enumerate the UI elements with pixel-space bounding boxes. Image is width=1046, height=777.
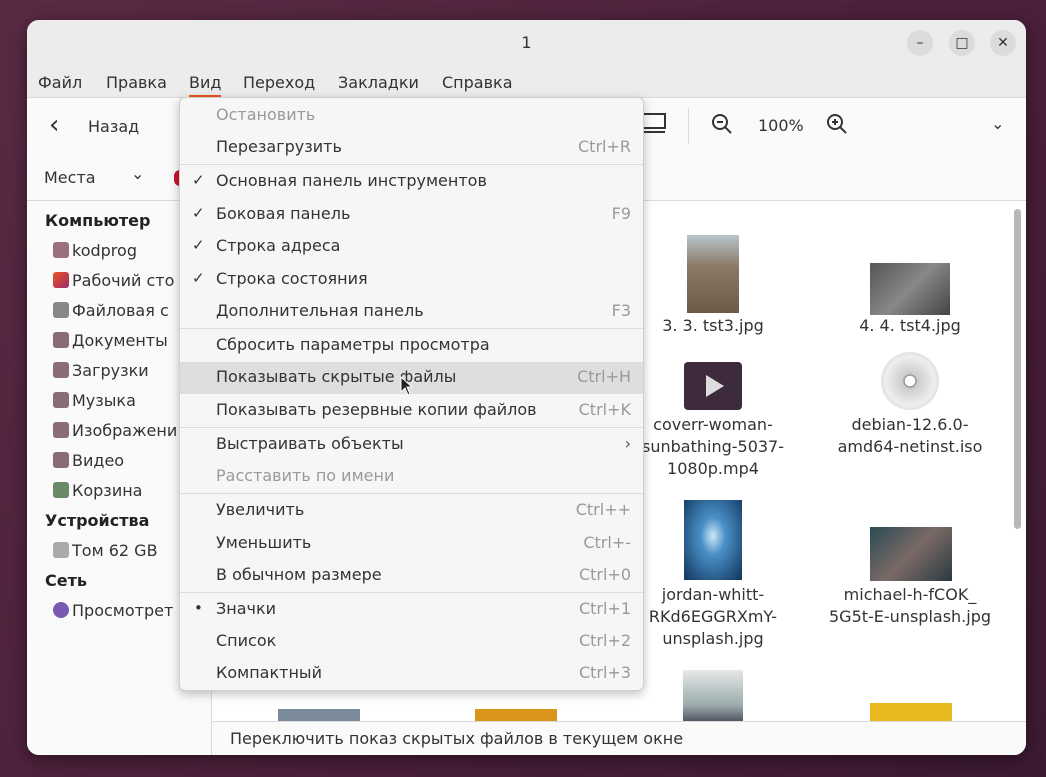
close-button[interactable]: ✕	[990, 30, 1016, 56]
network-icon	[53, 602, 69, 618]
titlebar: 1 – □ ✕	[27, 20, 1026, 67]
chevron-down-icon[interactable]: ⌄	[991, 114, 1004, 133]
file-thumbnail-yellow[interactable]	[475, 709, 557, 721]
menu-item-reload[interactable]: Перезагрузить Ctrl+R	[180, 132, 643, 164]
sidebar-item-filesystem[interactable]: Файловая с	[53, 301, 169, 320]
zoom-out-icon[interactable]	[710, 112, 734, 136]
scrollbar[interactable]	[1014, 209, 1021, 529]
check-icon: ✓	[192, 171, 205, 189]
menubar: Файл Правка Вид Переход Закладки Справка	[27, 67, 1026, 98]
file-thumbnail-jordan[interactable]	[684, 500, 742, 580]
documents-folder-icon	[53, 332, 69, 348]
menu-item-zoom-out[interactable]: Уменьшить Ctrl+-	[180, 528, 643, 560]
menu-item-arrange-items[interactable]: Выстраивать объекты ›	[180, 429, 643, 461]
menu-bookmarks[interactable]: Закладки	[338, 73, 419, 92]
menu-separator	[180, 493, 643, 494]
file-name-debian: debian-12.6.0- amd64-netinst.iso	[837, 415, 983, 456]
home-folder-icon	[53, 242, 69, 258]
status-text: Переключить показ скрытых файлов в текущ…	[230, 729, 684, 748]
window-title: 1	[521, 33, 532, 52]
menu-separator	[180, 164, 643, 165]
mouse-cursor-icon	[400, 376, 414, 396]
sidebar-header-network: Сеть	[45, 571, 87, 590]
places-dropdown-icon[interactable]: ⌄	[131, 164, 144, 183]
menu-item-list-view[interactable]: Список Ctrl+2	[180, 626, 643, 658]
file-name-michael: michael-h-fCOK_ 5G5t-E-unsplash.jpg	[828, 585, 992, 626]
drive-icon	[53, 302, 69, 318]
menu-item-compact-view[interactable]: Компактный Ctrl+3	[180, 658, 643, 690]
sidebar-item-documents[interactable]: Документы	[53, 331, 168, 350]
disc-image-icon[interactable]	[881, 352, 939, 410]
places-label: Места	[44, 168, 96, 187]
file-name-coverr: coverr-woman- sunbathing-5037- 1080p.mp4	[642, 415, 784, 478]
sidebar-item-videos[interactable]: Видео	[53, 451, 124, 470]
menu-item-location-bar[interactable]: ✓ Строка адреса	[180, 231, 643, 263]
back-arrow-icon[interactable]: ‹	[49, 110, 59, 140]
computer-icon[interactable]	[641, 110, 667, 136]
file-name-tst4: 4. 4. tst4.jpg	[859, 316, 961, 335]
sidebar-item-browse-network[interactable]: Просмотрет	[53, 601, 173, 620]
menu-view[interactable]: Вид	[189, 73, 222, 97]
file-thumbnail-duck[interactable]	[278, 709, 360, 721]
menu-item-show-backups[interactable]: Показывать резервные копии файлов Ctrl+K	[180, 395, 643, 427]
sidebar-header-devices: Устройства	[45, 511, 150, 530]
videos-folder-icon	[53, 452, 69, 468]
trash-icon	[53, 482, 69, 498]
menu-item-normal-size[interactable]: В обычном размере Ctrl+0	[180, 560, 643, 592]
menu-item-stop[interactable]: Остановить	[180, 100, 643, 132]
sidebar-item-trash[interactable]: Корзина	[53, 481, 142, 500]
menu-item-statusbar[interactable]: ✓ Строка состояния	[180, 264, 643, 296]
sidebar-item-volume[interactable]: Том 62 GB	[53, 541, 158, 560]
check-icon: ✓	[192, 269, 205, 287]
menu-go[interactable]: Переход	[243, 73, 315, 92]
maximize-button[interactable]: □	[949, 30, 975, 56]
radio-dot-icon: •	[194, 599, 203, 617]
check-icon: ✓	[192, 236, 205, 254]
menu-item-icons-view[interactable]: • Значки Ctrl+1	[180, 594, 643, 626]
file-thumbnail-flower[interactable]	[870, 703, 952, 721]
statusbar: Переключить показ скрытых файлов в текущ…	[212, 721, 1026, 755]
menu-separator	[180, 427, 643, 428]
zoom-in-icon[interactable]	[825, 112, 849, 136]
back-button[interactable]: Назад	[88, 117, 139, 136]
sidebar-item-pictures[interactable]: Изображени	[53, 421, 177, 440]
menu-item-zoom-in[interactable]: Увеличить Ctrl++	[180, 495, 643, 527]
menu-item-main-toolbar[interactable]: ✓ Основная панель инструментов	[180, 166, 643, 198]
menu-item-reset-view[interactable]: Сбросить параметры просмотра	[180, 330, 643, 362]
menu-separator	[180, 592, 643, 593]
file-name-tst3: 3. 3. tst3.jpg	[662, 316, 764, 335]
file-thumbnail-michael[interactable]	[870, 527, 952, 581]
zoom-level: 100%	[758, 116, 804, 135]
menu-separator	[180, 328, 643, 329]
sidebar-item-downloads[interactable]: Загрузки	[53, 361, 149, 380]
view-menu-dropdown: Остановить Перезагрузить Ctrl+R ✓ Основная…	[179, 97, 644, 691]
menu-file[interactable]: Файл	[38, 73, 82, 92]
check-icon: ✓	[192, 204, 205, 222]
file-thumbnail-tst3[interactable]	[687, 235, 739, 313]
file-thumbnail-tst4[interactable]	[870, 263, 950, 315]
file-thumbnail-bird[interactable]	[683, 670, 743, 721]
menu-item-extra-pane[interactable]: Дополнительная панель F3	[180, 296, 643, 328]
minimize-button[interactable]: –	[907, 30, 933, 56]
sidebar-item-desktop[interactable]: Рабочий сто	[53, 271, 174, 290]
sidebar-header-computer: Компьютер	[45, 211, 151, 230]
music-folder-icon	[53, 392, 69, 408]
desktop-icon	[53, 272, 69, 288]
menu-item-show-hidden[interactable]: Показывать скрытые файлы Ctrl+H	[180, 362, 643, 396]
play-icon	[706, 375, 724, 397]
menu-item-sidebar[interactable]: ✓ Боковая панель F9	[180, 199, 643, 231]
chevron-right-icon: ›	[624, 434, 631, 453]
toolbar-divider	[688, 108, 689, 144]
pictures-folder-icon	[53, 422, 69, 438]
sidebar-item-music[interactable]: Музыка	[53, 391, 136, 410]
menu-edit[interactable]: Правка	[106, 73, 167, 92]
menu-help[interactable]: Справка	[442, 73, 513, 92]
video-file-icon[interactable]	[684, 362, 742, 410]
menu-item-sort-by-name[interactable]: Расставить по имени	[180, 461, 643, 493]
file-name-jordan: jordan-whitt- RKd6EGGRXmY- unsplash.jpg	[648, 585, 778, 648]
downloads-folder-icon	[53, 362, 69, 378]
usb-drive-icon	[53, 542, 69, 558]
sidebar-item-home[interactable]: kodprog	[53, 241, 137, 260]
